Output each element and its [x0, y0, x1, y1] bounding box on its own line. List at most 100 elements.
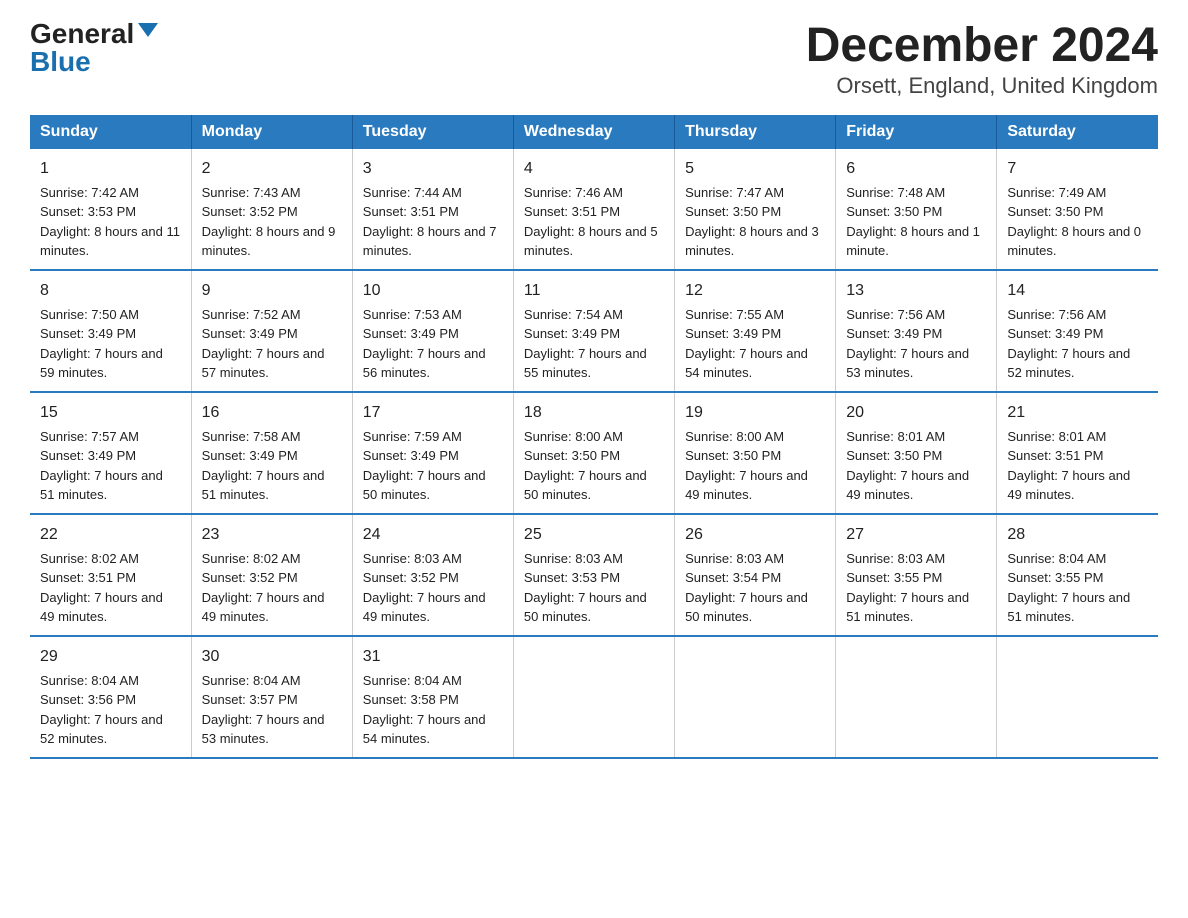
- day-number: 23: [202, 523, 342, 547]
- table-row: 23 Sunrise: 8:02 AMSunset: 3:52 PMDaylig…: [191, 514, 352, 636]
- day-info: Sunrise: 8:02 AMSunset: 3:52 PMDaylight:…: [202, 551, 325, 625]
- day-number: 1: [40, 157, 181, 181]
- table-row: 26 Sunrise: 8:03 AMSunset: 3:54 PMDaylig…: [675, 514, 836, 636]
- table-row: 31 Sunrise: 8:04 AMSunset: 3:58 PMDaylig…: [352, 636, 513, 758]
- day-info: Sunrise: 7:55 AMSunset: 3:49 PMDaylight:…: [685, 307, 808, 381]
- table-row: 2 Sunrise: 7:43 AMSunset: 3:52 PMDayligh…: [191, 149, 352, 270]
- col-saturday: Saturday: [997, 115, 1158, 149]
- table-row: 5 Sunrise: 7:47 AMSunset: 3:50 PMDayligh…: [675, 149, 836, 270]
- day-info: Sunrise: 8:03 AMSunset: 3:55 PMDaylight:…: [846, 551, 969, 625]
- table-row: 3 Sunrise: 7:44 AMSunset: 3:51 PMDayligh…: [352, 149, 513, 270]
- table-row: [836, 636, 997, 758]
- day-number: 30: [202, 645, 342, 669]
- day-number: 21: [1007, 401, 1148, 425]
- table-row: 29 Sunrise: 8:04 AMSunset: 3:56 PMDaylig…: [30, 636, 191, 758]
- table-row: 20 Sunrise: 8:01 AMSunset: 3:50 PMDaylig…: [836, 392, 997, 514]
- day-number: 15: [40, 401, 181, 425]
- day-info: Sunrise: 7:42 AMSunset: 3:53 PMDaylight:…: [40, 185, 180, 259]
- day-info: Sunrise: 7:58 AMSunset: 3:49 PMDaylight:…: [202, 429, 325, 503]
- table-row: 25 Sunrise: 8:03 AMSunset: 3:53 PMDaylig…: [513, 514, 674, 636]
- day-number: 20: [846, 401, 986, 425]
- day-info: Sunrise: 7:47 AMSunset: 3:50 PMDaylight:…: [685, 185, 819, 259]
- day-info: Sunrise: 8:00 AMSunset: 3:50 PMDaylight:…: [524, 429, 647, 503]
- day-number: 19: [685, 401, 825, 425]
- day-info: Sunrise: 8:02 AMSunset: 3:51 PMDaylight:…: [40, 551, 163, 625]
- day-number: 10: [363, 279, 503, 303]
- day-info: Sunrise: 7:59 AMSunset: 3:49 PMDaylight:…: [363, 429, 486, 503]
- table-row: 27 Sunrise: 8:03 AMSunset: 3:55 PMDaylig…: [836, 514, 997, 636]
- day-info: Sunrise: 7:48 AMSunset: 3:50 PMDaylight:…: [846, 185, 980, 259]
- title-block: December 2024 Orsett, England, United Ki…: [806, 20, 1158, 99]
- day-info: Sunrise: 7:56 AMSunset: 3:49 PMDaylight:…: [1007, 307, 1130, 381]
- day-info: Sunrise: 8:03 AMSunset: 3:54 PMDaylight:…: [685, 551, 808, 625]
- logo: General Blue: [30, 20, 158, 76]
- day-number: 29: [40, 645, 181, 669]
- table-row: 1 Sunrise: 7:42 AMSunset: 3:53 PMDayligh…: [30, 149, 191, 270]
- day-info: Sunrise: 8:00 AMSunset: 3:50 PMDaylight:…: [685, 429, 808, 503]
- day-number: 26: [685, 523, 825, 547]
- day-info: Sunrise: 8:04 AMSunset: 3:56 PMDaylight:…: [40, 673, 163, 747]
- col-wednesday: Wednesday: [513, 115, 674, 149]
- table-row: 10 Sunrise: 7:53 AMSunset: 3:49 PMDaylig…: [352, 270, 513, 392]
- table-row: [513, 636, 674, 758]
- day-info: Sunrise: 8:04 AMSunset: 3:55 PMDaylight:…: [1007, 551, 1130, 625]
- day-info: Sunrise: 8:01 AMSunset: 3:51 PMDaylight:…: [1007, 429, 1130, 503]
- day-info: Sunrise: 7:54 AMSunset: 3:49 PMDaylight:…: [524, 307, 647, 381]
- table-row: 16 Sunrise: 7:58 AMSunset: 3:49 PMDaylig…: [191, 392, 352, 514]
- day-number: 8: [40, 279, 181, 303]
- day-number: 6: [846, 157, 986, 181]
- day-number: 18: [524, 401, 664, 425]
- logo-blue-text: Blue: [30, 48, 91, 76]
- table-row: 22 Sunrise: 8:02 AMSunset: 3:51 PMDaylig…: [30, 514, 191, 636]
- col-tuesday: Tuesday: [352, 115, 513, 149]
- table-row: 11 Sunrise: 7:54 AMSunset: 3:49 PMDaylig…: [513, 270, 674, 392]
- day-number: 24: [363, 523, 503, 547]
- logo-triangle-icon: [138, 23, 158, 37]
- table-row: 17 Sunrise: 7:59 AMSunset: 3:49 PMDaylig…: [352, 392, 513, 514]
- day-number: 11: [524, 279, 664, 303]
- table-row: [675, 636, 836, 758]
- table-row: 19 Sunrise: 8:00 AMSunset: 3:50 PMDaylig…: [675, 392, 836, 514]
- day-number: 17: [363, 401, 503, 425]
- day-number: 27: [846, 523, 986, 547]
- day-info: Sunrise: 7:46 AMSunset: 3:51 PMDaylight:…: [524, 185, 658, 259]
- day-number: 13: [846, 279, 986, 303]
- table-row: 18 Sunrise: 8:00 AMSunset: 3:50 PMDaylig…: [513, 392, 674, 514]
- day-number: 9: [202, 279, 342, 303]
- logo-general-text: General: [30, 20, 134, 48]
- table-row: 30 Sunrise: 8:04 AMSunset: 3:57 PMDaylig…: [191, 636, 352, 758]
- day-number: 4: [524, 157, 664, 181]
- day-info: Sunrise: 7:50 AMSunset: 3:49 PMDaylight:…: [40, 307, 163, 381]
- day-info: Sunrise: 7:43 AMSunset: 3:52 PMDaylight:…: [202, 185, 336, 259]
- col-monday: Monday: [191, 115, 352, 149]
- day-number: 3: [363, 157, 503, 181]
- table-row: 28 Sunrise: 8:04 AMSunset: 3:55 PMDaylig…: [997, 514, 1158, 636]
- day-number: 5: [685, 157, 825, 181]
- day-number: 12: [685, 279, 825, 303]
- day-info: Sunrise: 7:57 AMSunset: 3:49 PMDaylight:…: [40, 429, 163, 503]
- day-number: 22: [40, 523, 181, 547]
- day-info: Sunrise: 7:49 AMSunset: 3:50 PMDaylight:…: [1007, 185, 1141, 259]
- table-row: 8 Sunrise: 7:50 AMSunset: 3:49 PMDayligh…: [30, 270, 191, 392]
- day-info: Sunrise: 7:44 AMSunset: 3:51 PMDaylight:…: [363, 185, 497, 259]
- day-number: 16: [202, 401, 342, 425]
- calendar-table: Sunday Monday Tuesday Wednesday Thursday…: [30, 115, 1158, 759]
- day-number: 28: [1007, 523, 1148, 547]
- table-row: 6 Sunrise: 7:48 AMSunset: 3:50 PMDayligh…: [836, 149, 997, 270]
- day-info: Sunrise: 8:03 AMSunset: 3:53 PMDaylight:…: [524, 551, 647, 625]
- calendar-body: 1 Sunrise: 7:42 AMSunset: 3:53 PMDayligh…: [30, 149, 1158, 758]
- calendar-title: December 2024: [806, 20, 1158, 73]
- day-number: 14: [1007, 279, 1148, 303]
- table-row: [997, 636, 1158, 758]
- day-number: 2: [202, 157, 342, 181]
- page-header: General Blue December 2024 Orsett, Engla…: [30, 20, 1158, 99]
- col-sunday: Sunday: [30, 115, 191, 149]
- table-row: 4 Sunrise: 7:46 AMSunset: 3:51 PMDayligh…: [513, 149, 674, 270]
- table-row: 12 Sunrise: 7:55 AMSunset: 3:49 PMDaylig…: [675, 270, 836, 392]
- calendar-header: Sunday Monday Tuesday Wednesday Thursday…: [30, 115, 1158, 149]
- table-row: 14 Sunrise: 7:56 AMSunset: 3:49 PMDaylig…: [997, 270, 1158, 392]
- day-info: Sunrise: 8:04 AMSunset: 3:57 PMDaylight:…: [202, 673, 325, 747]
- table-row: 24 Sunrise: 8:03 AMSunset: 3:52 PMDaylig…: [352, 514, 513, 636]
- col-friday: Friday: [836, 115, 997, 149]
- day-number: 7: [1007, 157, 1148, 181]
